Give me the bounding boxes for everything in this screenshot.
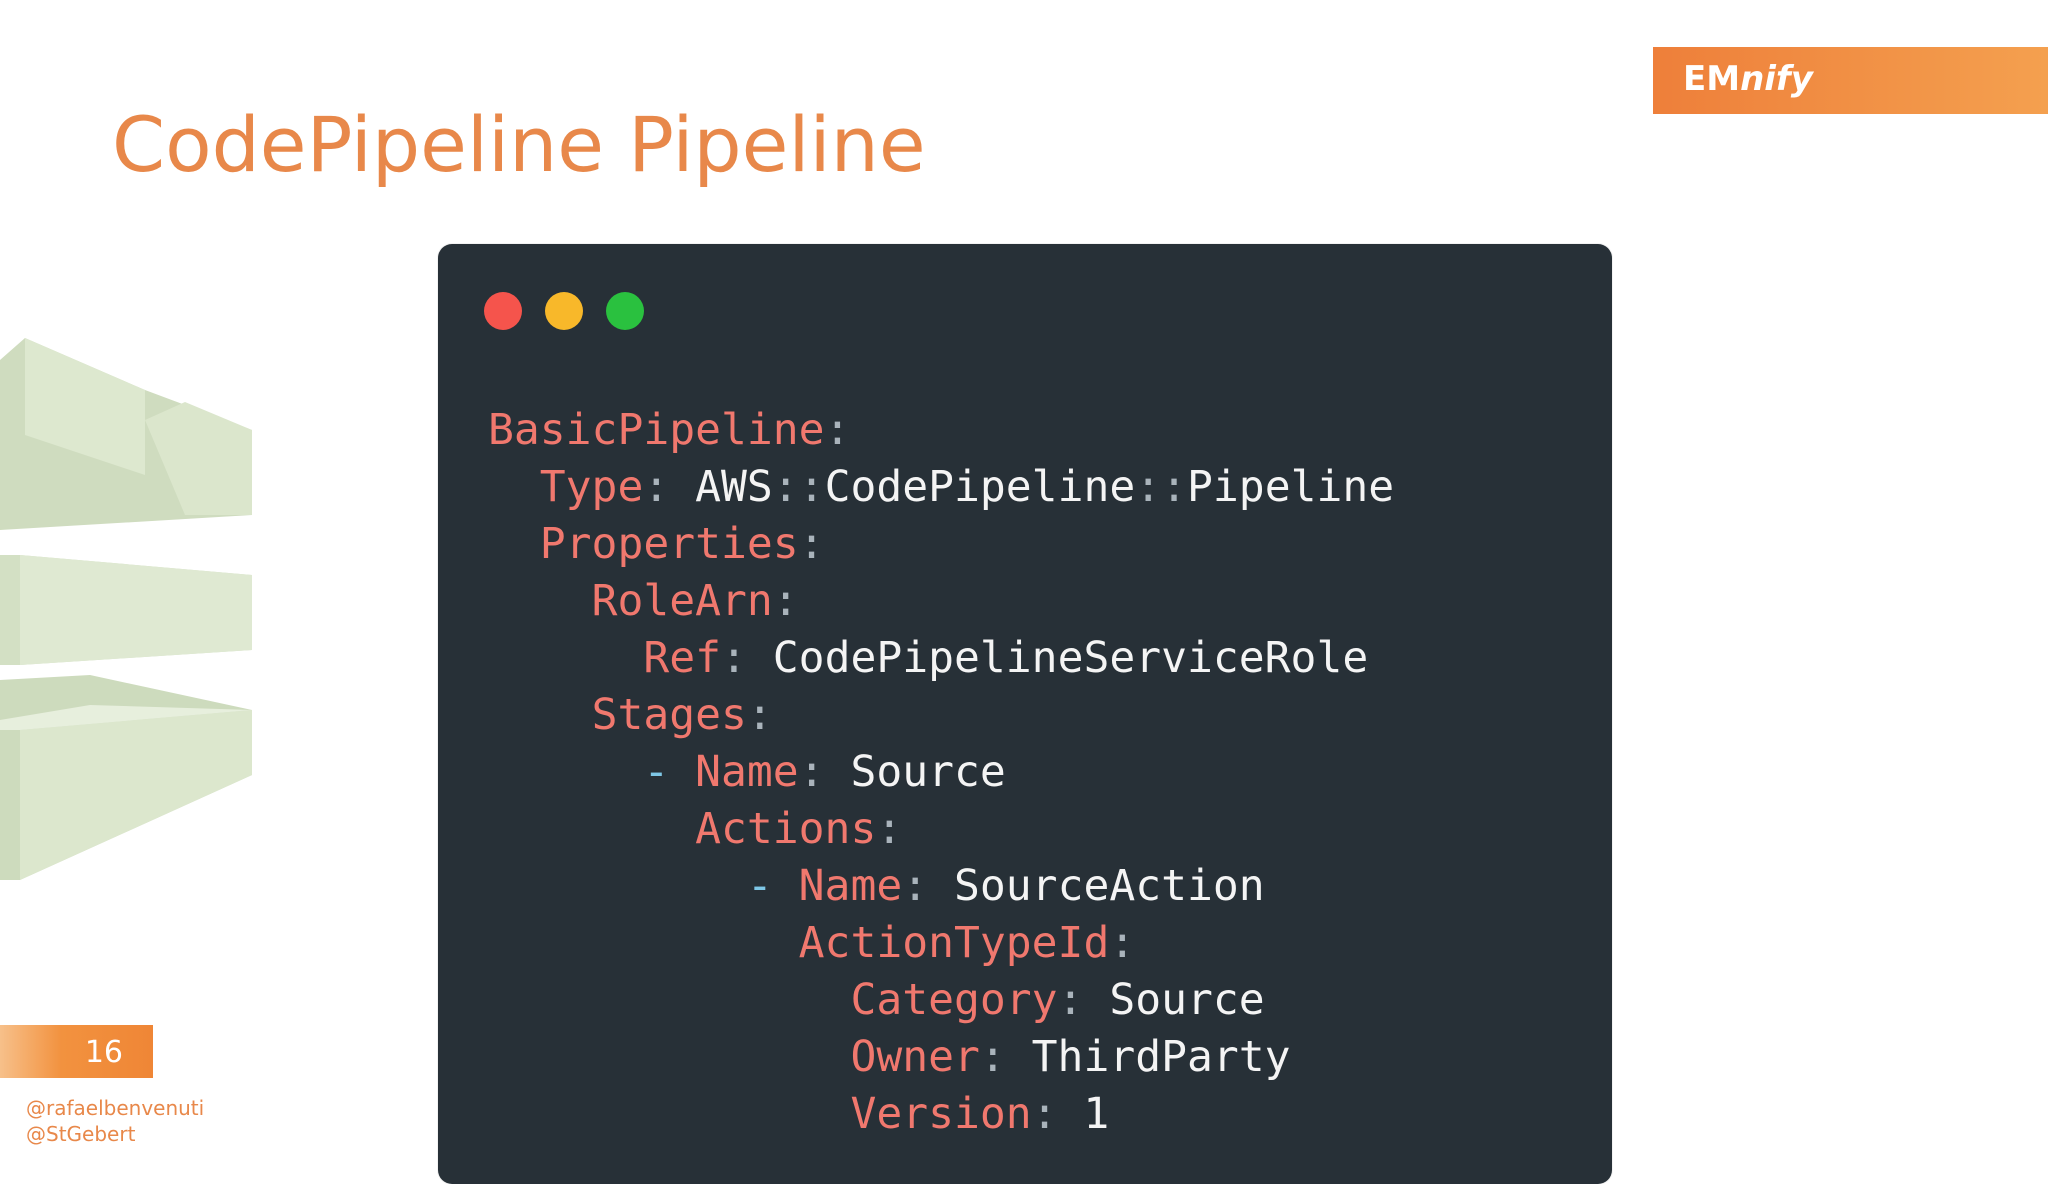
code-key: Owner — [850, 1032, 980, 1082]
code-sep: : — [1109, 918, 1136, 968]
code-line: Category: Source — [488, 972, 1394, 1029]
code-key: ActionTypeId — [798, 918, 1110, 968]
code-value: Source — [824, 747, 1006, 797]
code-sep: : — [876, 804, 903, 854]
code-key: Stages — [591, 690, 747, 740]
code-sep: : — [798, 747, 825, 797]
code-sep: : — [824, 405, 851, 455]
code-key: Name — [798, 861, 903, 911]
window-maximize-button — [606, 292, 644, 330]
logo-block-bottom-face — [20, 710, 252, 880]
brand-logo: EMnify — [1683, 59, 1813, 99]
slide-title: CodePipeline Pipeline — [112, 100, 926, 189]
codepipeline-logo-graphic — [0, 338, 252, 880]
code-sep: : — [746, 690, 773, 740]
code-key: Actions — [695, 804, 877, 854]
code-dash: - — [746, 861, 799, 911]
code-line: RoleArn: — [488, 573, 1394, 630]
code-line: Ref: CodePipelineServiceRole — [488, 630, 1394, 687]
code-line: Version: 1 — [488, 1086, 1394, 1143]
code-sep: : — [979, 1032, 1006, 1082]
logo-block-mid-face — [20, 555, 252, 665]
code-sep: : — [643, 462, 670, 512]
code-sep: : — [798, 519, 825, 569]
code-value: 1 — [1057, 1089, 1110, 1139]
page-number: 16 — [84, 1035, 123, 1070]
code-block: BasicPipeline: Type: AWS::CodePipeline::… — [488, 402, 1394, 1143]
author-handle-1: @rafaelbenvenuti — [26, 1096, 205, 1120]
code-sep: : — [721, 633, 747, 683]
code-sep: : — [1057, 975, 1084, 1025]
code-sep: : — [902, 861, 929, 911]
code-key: Name — [695, 747, 799, 797]
code-line: - Name: SourceAction — [488, 858, 1394, 915]
code-window: BasicPipeline: Type: AWS::CodePipeline::… — [438, 244, 1612, 1184]
code-key: Category — [850, 975, 1058, 1025]
window-close-button — [484, 292, 522, 330]
code-line: - Name: Source — [488, 744, 1394, 801]
code-value: AWS::CodePipeline::Pipeline — [669, 462, 1395, 512]
page-number-badge: 16 — [0, 1025, 153, 1078]
code-sep: : — [1031, 1089, 1058, 1139]
brand-logo-part1: EM — [1683, 59, 1741, 99]
code-line: Actions: — [488, 801, 1394, 858]
window-minimize-button — [545, 292, 583, 330]
code-line: BasicPipeline: — [488, 402, 1394, 459]
code-key: Properties — [539, 519, 799, 569]
code-dash: - — [643, 747, 696, 797]
brand-logo-part2: nify — [1740, 59, 1813, 99]
code-value: SourceAction — [928, 861, 1265, 911]
code-key: Ref — [643, 633, 722, 683]
code-line: Owner: ThirdParty — [488, 1029, 1394, 1086]
code-line: ActionTypeId: — [488, 915, 1394, 972]
code-sep: : — [772, 576, 799, 626]
code-key: RoleArn — [591, 576, 773, 626]
code-line: Type: AWS::CodePipeline::Pipeline — [488, 459, 1394, 516]
code-line: Properties: — [488, 516, 1394, 573]
author-handle-2: @StGebert — [26, 1122, 136, 1146]
code-line: Stages: — [488, 687, 1394, 744]
brand-bar: EMnify — [1653, 47, 2048, 114]
code-value: ThirdParty — [1005, 1032, 1291, 1082]
code-key: BasicPipeline — [488, 405, 825, 455]
code-value: CodePipelineServiceRole — [746, 633, 1369, 683]
code-key: Version — [850, 1089, 1032, 1139]
code-key: Type — [539, 462, 644, 512]
code-value: Source — [1083, 975, 1265, 1025]
